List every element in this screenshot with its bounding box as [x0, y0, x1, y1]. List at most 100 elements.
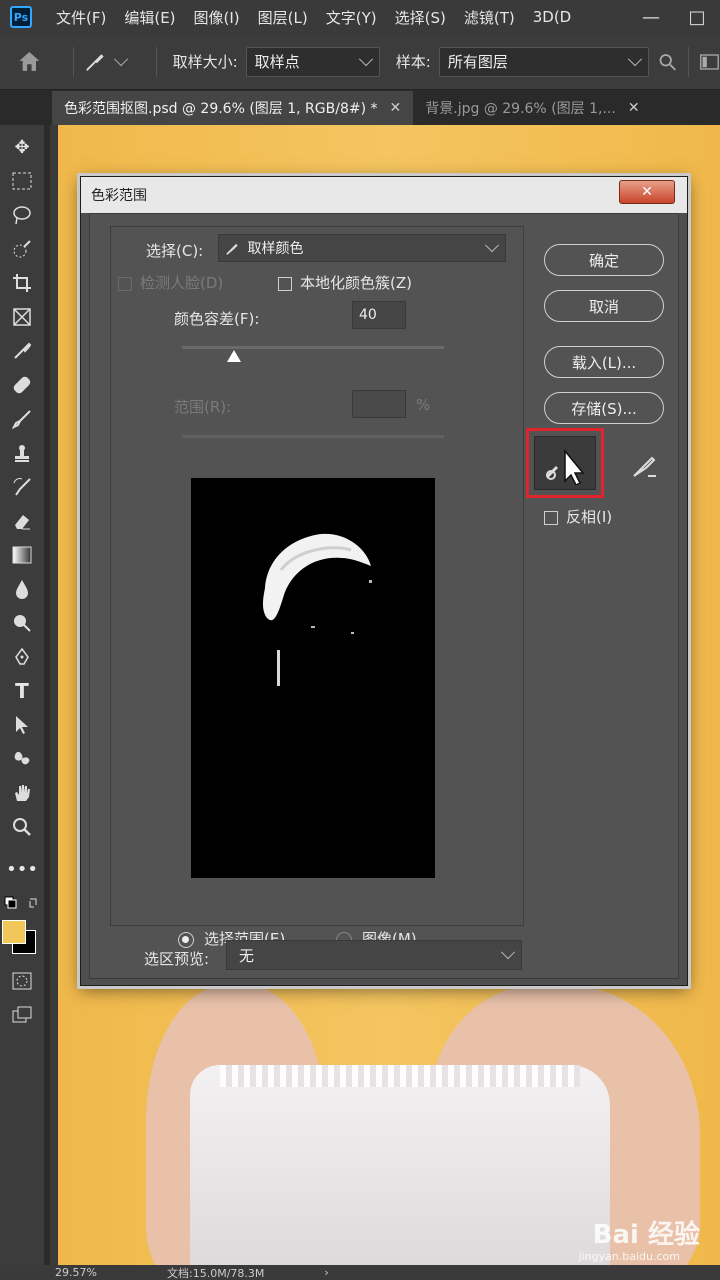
cancel-button[interactable]: 取消	[544, 290, 664, 322]
sample-select[interactable]: 所有图层	[438, 46, 650, 77]
menu-select[interactable]: 选择(S)	[395, 7, 446, 28]
screen-mode-icon[interactable]	[8, 1001, 36, 1029]
quick-mask-icon[interactable]	[8, 967, 36, 995]
menu-3d[interactable]: 3D(D	[533, 8, 572, 26]
move-tool-icon[interactable]: ✥	[8, 133, 36, 161]
fuzziness-slider[interactable]	[182, 346, 444, 349]
dialog-titlebar[interactable]: 色彩范围 ✕	[81, 177, 687, 213]
options-bar: 取样大小: 取样点 样本: 所有图层	[0, 34, 720, 90]
invert-label: 反相(I)	[566, 508, 613, 526]
detect-faces-label: 检测人脸(D)	[140, 274, 224, 292]
workspace-icon[interactable]	[699, 52, 720, 72]
pen-tool-icon[interactable]	[8, 643, 36, 671]
fuzziness-input[interactable]: 40	[352, 301, 406, 329]
selection-preview-label: 选区预览:	[144, 950, 210, 968]
eyedropper-add-button[interactable]	[534, 436, 596, 490]
sample-label: 样本:	[395, 53, 431, 71]
menu-filter[interactable]: 滤镜(T)	[464, 7, 515, 28]
crop-tool-icon[interactable]	[8, 269, 36, 297]
minimize-icon[interactable]: —	[628, 0, 674, 34]
menu-image[interactable]: 图像(I)	[194, 7, 240, 28]
eyedropper-subtract-button[interactable]	[630, 452, 658, 480]
color-range-dialog: 色彩范围 ✕ 选择(C): 取样颜色 检测人脸(D) 本地化颜色簇(Z) 颜色容…	[80, 176, 688, 986]
eyedropper-tool-icon[interactable]	[8, 337, 36, 365]
eyedropper-icon	[226, 243, 238, 255]
select-value: 取样颜色	[247, 241, 304, 257]
menu-edit[interactable]: 编辑(E)	[124, 7, 175, 28]
sample-size-select[interactable]: 取样点	[245, 46, 380, 77]
menu-type[interactable]: 文字(Y)	[326, 7, 377, 28]
selection-preview[interactable]	[191, 478, 435, 878]
menu-layer[interactable]: 图层(L)	[258, 7, 308, 28]
path-selection-tool-icon[interactable]	[8, 711, 36, 739]
close-icon[interactable]: ✕	[628, 100, 640, 116]
fuzziness-label: 颜色容差(F):	[174, 310, 260, 328]
document-tabs: 色彩范围抠图.psd @ 29.6% (图层 1, RGB/8#) * ✕ 背景…	[0, 91, 720, 125]
eraser-tool-icon[interactable]	[8, 507, 36, 535]
gradient-tool-icon[interactable]	[8, 541, 36, 569]
chevron-down-icon	[113, 51, 128, 66]
selection-preview-select[interactable]: 无	[226, 940, 522, 970]
history-brush-tool-icon[interactable]	[8, 473, 36, 501]
tab-background-jpg[interactable]: 背景.jpg @ 29.6% (图层 1,... ✕	[413, 91, 651, 125]
close-icon[interactable]: ✕	[390, 100, 402, 116]
foreground-color-swatch[interactable]	[2, 920, 26, 944]
search-icon[interactable]	[657, 51, 678, 73]
dialog-title: 色彩范围	[91, 188, 147, 204]
ok-button[interactable]: 确定	[544, 244, 664, 276]
localized-clusters-label: 本地化颜色簇(Z)	[300, 274, 412, 292]
blur-tool-icon[interactable]	[8, 575, 36, 603]
lasso-tool-icon[interactable]	[8, 201, 36, 229]
range-input	[352, 390, 406, 418]
range-unit: %	[416, 396, 431, 414]
quick-selection-tool-icon[interactable]	[8, 235, 36, 263]
menu-file[interactable]: 文件(F)	[56, 7, 106, 28]
menu-bar: Ps 文件(F) 编辑(E) 图像(I) 图层(L) 文字(Y) 选择(S) 滤…	[0, 0, 720, 34]
eyedropper-tool-preset[interactable]	[84, 51, 128, 73]
zoom-level[interactable]: 29.57%	[55, 1266, 115, 1279]
selection-preview-value: 无	[239, 946, 255, 965]
photo-lace	[220, 1065, 580, 1087]
photo-dress	[190, 1065, 610, 1265]
tab-label: 色彩范围抠图.psd @ 29.6% (图层 1, RGB/8#) *	[64, 101, 378, 117]
localized-clusters-checkbox[interactable]: 本地化颜色簇(Z)	[278, 272, 412, 293]
healing-brush-tool-icon[interactable]	[8, 371, 36, 399]
chevron-down-icon	[484, 238, 500, 253]
range-slider	[182, 435, 444, 438]
marquee-tool-icon[interactable]	[8, 167, 36, 195]
eyedropper-icon	[545, 448, 585, 485]
toolbox: ✥ T •••	[0, 125, 44, 1265]
status-arrow-icon[interactable]: ›	[324, 1266, 328, 1279]
brush-tool-icon[interactable]	[8, 405, 36, 433]
chevron-down-icon	[358, 51, 373, 66]
clone-stamp-tool-icon[interactable]	[8, 439, 36, 467]
baidu-watermark: Bai 经验	[592, 1220, 700, 1250]
save-button[interactable]: 存储(S)...	[544, 392, 664, 424]
fuzziness-slider-thumb[interactable]	[227, 350, 242, 362]
select-dropdown[interactable]: 取样颜色	[218, 234, 506, 262]
hand-tool-icon[interactable]	[8, 779, 36, 807]
more-tools-icon[interactable]: •••	[6, 855, 38, 883]
type-tool-icon[interactable]: T	[8, 677, 36, 705]
frame-tool-icon[interactable]	[8, 303, 36, 331]
invert-checkbox[interactable]: 反相(I)	[544, 506, 612, 527]
sample-value: 所有图层	[447, 53, 508, 71]
sample-size-value: 取样点	[254, 53, 300, 71]
chevron-down-icon	[500, 945, 516, 960]
dialog-body: 选择(C): 取样颜色 检测人脸(D) 本地化颜色簇(Z) 颜色容差(F): 4…	[89, 213, 679, 979]
select-label: 选择(C):	[146, 242, 204, 260]
chevron-down-icon	[628, 51, 643, 66]
close-icon[interactable]: ✕	[619, 180, 675, 204]
range-label: 范围(R):	[174, 398, 232, 416]
photoshop-logo: Ps	[10, 6, 32, 28]
zoom-tool-icon[interactable]	[8, 813, 36, 841]
preview-mask	[263, 533, 372, 686]
baidu-watermark-url: jingyan.baidu.com	[578, 1250, 680, 1263]
dodge-tool-icon[interactable]	[8, 609, 36, 637]
tab-color-range-psd[interactable]: 色彩范围抠图.psd @ 29.6% (图层 1, RGB/8#) * ✕	[52, 91, 414, 125]
maximize-icon[interactable]: □	[674, 0, 720, 34]
load-button[interactable]: 载入(L)...	[544, 346, 664, 378]
swap-colors-icon[interactable]	[4, 889, 40, 917]
custom-shape-tool-icon[interactable]	[8, 745, 36, 773]
home-icon[interactable]	[16, 48, 43, 76]
